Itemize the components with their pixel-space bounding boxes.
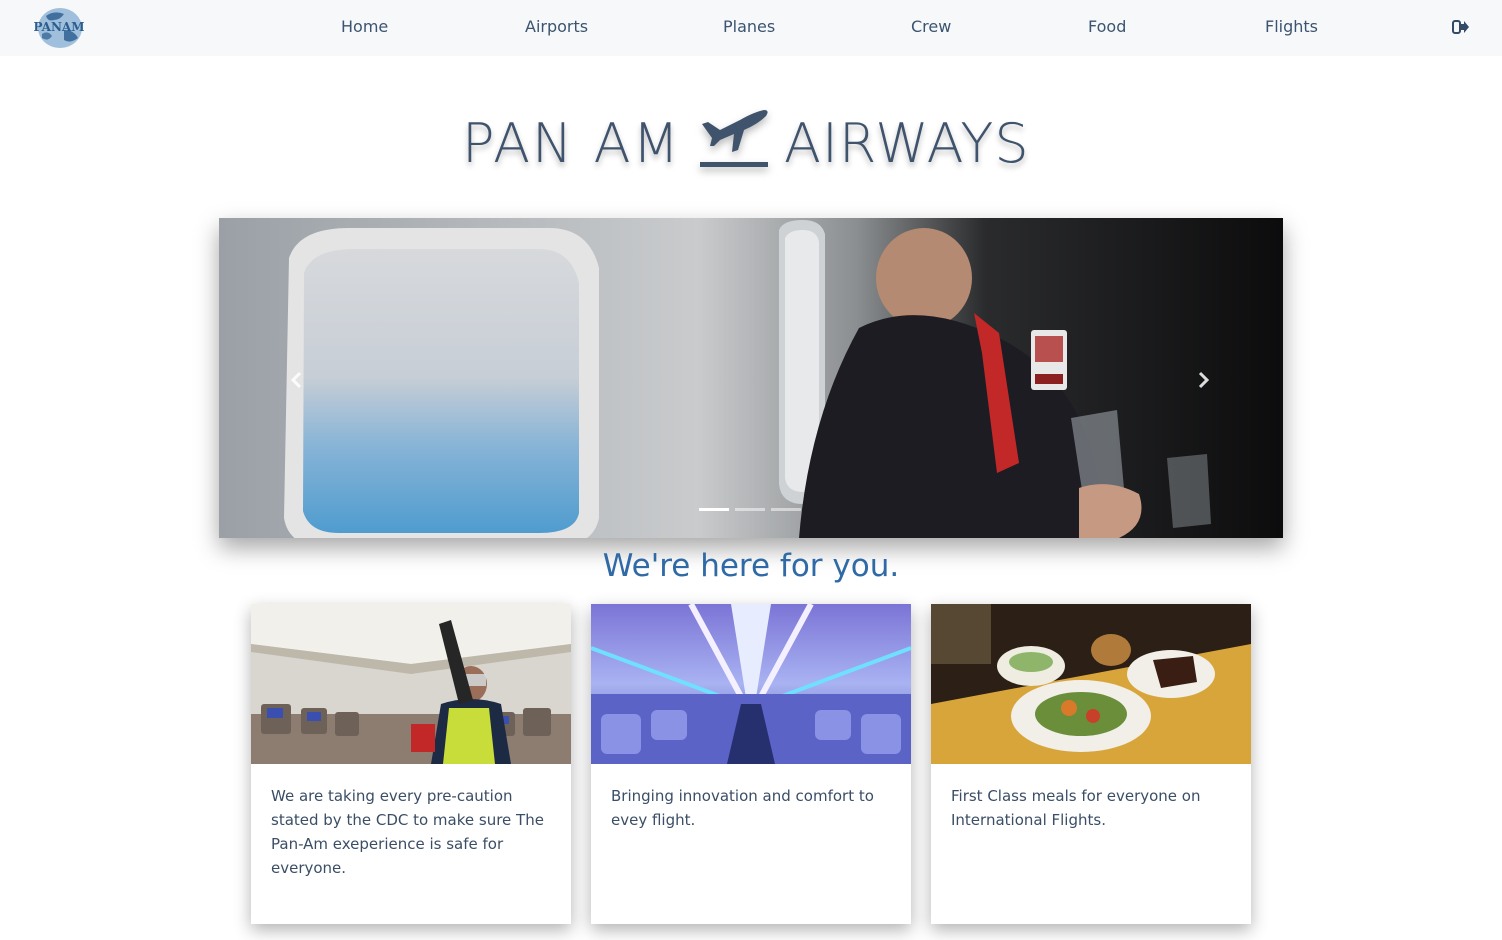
hero-carousel[interactable] (219, 218, 1283, 538)
nav-planes[interactable]: Planes (723, 17, 775, 36)
chevron-left-icon (290, 371, 302, 389)
card-text-safety: We are taking every pre-caution stated b… (271, 787, 544, 877)
card-image-cabin (591, 604, 911, 764)
carousel-next-button[interactable] (1191, 368, 1215, 392)
nav-flights[interactable]: Flights (1265, 17, 1318, 36)
card-image-cleaning (251, 604, 571, 764)
nav-airports[interactable]: Airports (525, 17, 588, 36)
brand-airways: AIRWAYS (784, 112, 1030, 175)
brand-pan-am: PAN AM (462, 112, 682, 175)
card-image-meal (931, 604, 1251, 764)
card-safety: We are taking every pre-caution stated b… (251, 604, 571, 924)
tagline: We're here for you. (602, 548, 900, 584)
carousel-indicators (699, 508, 803, 512)
card-meals: First Class meals for everyone on Intern… (931, 604, 1251, 924)
logo-text: PANAM (33, 20, 85, 34)
card-text-meals: First Class meals for everyone on Intern… (951, 787, 1201, 829)
carousel-slide-image (219, 218, 1283, 538)
card-innovation: Bringing innovation and comfort to evey … (591, 604, 911, 924)
carousel-prev-button[interactable] (285, 368, 309, 392)
chevron-right-icon (1198, 371, 1210, 389)
airplane-takeoff-icon (700, 110, 768, 167)
nav-food[interactable]: Food (1088, 17, 1126, 36)
carousel-indicator-1[interactable] (699, 508, 729, 511)
top-navbar: PANAM Home Airports Planes Crew Food Fli… (0, 0, 1502, 56)
sign-out-icon[interactable] (1452, 18, 1470, 36)
brand-title: PAN AM AIRWAYS (0, 98, 1502, 188)
nav-crew[interactable]: Crew (911, 17, 951, 36)
carousel-indicator-3[interactable] (771, 508, 801, 511)
carousel-indicator-2[interactable] (735, 508, 765, 511)
panam-logo[interactable]: PANAM (24, 4, 94, 50)
card-text-innovation: Bringing innovation and comfort to evey … (611, 787, 874, 829)
nav-home[interactable]: Home (341, 17, 388, 36)
